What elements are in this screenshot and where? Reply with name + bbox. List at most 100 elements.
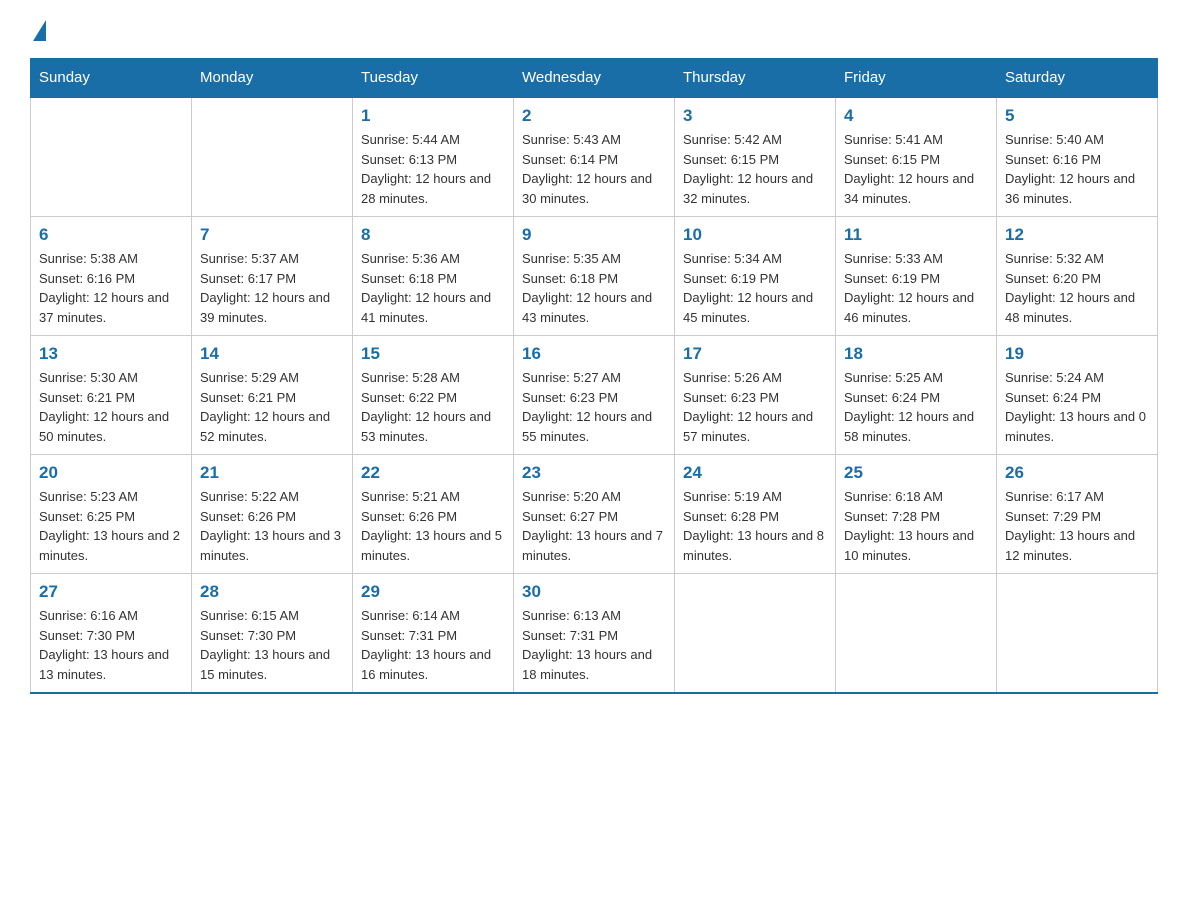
calendar-cell xyxy=(836,574,997,694)
sunset-text: Sunset: 7:30 PM xyxy=(39,626,183,646)
sunset-text: Sunset: 7:31 PM xyxy=(361,626,505,646)
calendar-cell: 12Sunrise: 5:32 AMSunset: 6:20 PMDayligh… xyxy=(997,217,1158,336)
day-number: 4 xyxy=(844,106,988,126)
daylight-text: Daylight: 13 hours and 7 minutes. xyxy=(522,526,666,565)
calendar-cell: 10Sunrise: 5:34 AMSunset: 6:19 PMDayligh… xyxy=(675,217,836,336)
day-info: Sunrise: 6:15 AMSunset: 7:30 PMDaylight:… xyxy=(200,606,344,684)
sunset-text: Sunset: 6:21 PM xyxy=(39,388,183,408)
daylight-text: Daylight: 12 hours and 43 minutes. xyxy=(522,288,666,327)
day-number: 2 xyxy=(522,106,666,126)
sunrise-text: Sunrise: 6:14 AM xyxy=(361,606,505,626)
day-info: Sunrise: 5:33 AMSunset: 6:19 PMDaylight:… xyxy=(844,249,988,327)
calendar-cell: 16Sunrise: 5:27 AMSunset: 6:23 PMDayligh… xyxy=(514,336,675,455)
day-number: 30 xyxy=(522,582,666,602)
day-number: 20 xyxy=(39,463,183,483)
calendar-cell: 29Sunrise: 6:14 AMSunset: 7:31 PMDayligh… xyxy=(353,574,514,694)
day-info: Sunrise: 5:41 AMSunset: 6:15 PMDaylight:… xyxy=(844,130,988,208)
calendar-cell: 2 Sunrise: 5:43 AMSunset: 6:14 PMDaylight… xyxy=(514,97,675,217)
sunset-text: Sunset: 6:28 PM xyxy=(683,507,827,527)
daylight-text: Daylight: 13 hours and 10 minutes. xyxy=(844,526,988,565)
calendar-cell: 4 Sunrise: 5:41 AMSunset: 6:15 PMDaylight… xyxy=(836,97,997,217)
sunset-text: Sunset: 6:27 PM xyxy=(522,507,666,527)
daylight-text: Daylight: 12 hours and 28 minutes. xyxy=(361,169,505,208)
calendar-cell: 7 Sunrise: 5:37 AMSunset: 6:17 PMDaylight… xyxy=(192,217,353,336)
sunrise-text: Sunrise: 5:40 AM xyxy=(1005,130,1149,150)
calendar-cell: 23Sunrise: 5:20 AMSunset: 6:27 PMDayligh… xyxy=(514,455,675,574)
sunset-text: Sunset: 6:15 PM xyxy=(683,150,827,170)
sunset-text: Sunset: 7:29 PM xyxy=(1005,507,1149,527)
day-info: Sunrise: 5:40 AMSunset: 6:16 PMDaylight:… xyxy=(1005,130,1149,208)
calendar-cell: 5 Sunrise: 5:40 AMSunset: 6:16 PMDaylight… xyxy=(997,97,1158,217)
daylight-text: Daylight: 13 hours and 12 minutes. xyxy=(1005,526,1149,565)
daylight-text: Daylight: 13 hours and 18 minutes. xyxy=(522,645,666,684)
day-info: Sunrise: 5:22 AMSunset: 6:26 PMDaylight:… xyxy=(200,487,344,565)
day-info: Sunrise: 6:14 AMSunset: 7:31 PMDaylight:… xyxy=(361,606,505,684)
day-info: Sunrise: 5:28 AMSunset: 6:22 PMDaylight:… xyxy=(361,368,505,446)
daylight-text: Daylight: 12 hours and 37 minutes. xyxy=(39,288,183,327)
sunset-text: Sunset: 6:20 PM xyxy=(1005,269,1149,289)
daylight-text: Daylight: 13 hours and 0 minutes. xyxy=(1005,407,1149,446)
calendar-cell: 8Sunrise: 5:36 AMSunset: 6:18 PMDaylight… xyxy=(353,217,514,336)
day-info: Sunrise: 5:43 AMSunset: 6:14 PMDaylight:… xyxy=(522,130,666,208)
sunset-text: Sunset: 6:22 PM xyxy=(361,388,505,408)
day-number: 9 xyxy=(522,225,666,245)
calendar-week-row: 27Sunrise: 6:16 AMSunset: 7:30 PMDayligh… xyxy=(31,574,1158,694)
sunset-text: Sunset: 6:26 PM xyxy=(361,507,505,527)
daylight-text: Daylight: 13 hours and 5 minutes. xyxy=(361,526,505,565)
calendar-cell: 19 Sunrise: 5:24 AMSunset: 6:24 PMDayligh… xyxy=(997,336,1158,455)
sunset-text: Sunset: 6:24 PM xyxy=(1005,388,1149,408)
daylight-text: Daylight: 12 hours and 45 minutes. xyxy=(683,288,827,327)
sunrise-text: Sunrise: 5:20 AM xyxy=(522,487,666,507)
day-number: 7 xyxy=(200,225,344,245)
daylight-text: Daylight: 12 hours and 55 minutes. xyxy=(522,407,666,446)
sunrise-text: Sunrise: 5:23 AM xyxy=(39,487,183,507)
day-number: 1 xyxy=(361,106,505,126)
daylight-text: Daylight: 12 hours and 30 minutes. xyxy=(522,169,666,208)
day-number: 5 xyxy=(1005,106,1149,126)
sunrise-text: Sunrise: 5:42 AM xyxy=(683,130,827,150)
day-info: Sunrise: 5:25 AMSunset: 6:24 PMDaylight:… xyxy=(844,368,988,446)
sunrise-text: Sunrise: 6:18 AM xyxy=(844,487,988,507)
daylight-text: Daylight: 13 hours and 3 minutes. xyxy=(200,526,344,565)
day-number: 10 xyxy=(683,225,827,245)
sunset-text: Sunset: 6:17 PM xyxy=(200,269,344,289)
calendar-cell: 28Sunrise: 6:15 AMSunset: 7:30 PMDayligh… xyxy=(192,574,353,694)
calendar-cell: 6Sunrise: 5:38 AMSunset: 6:16 PMDaylight… xyxy=(31,217,192,336)
day-number: 12 xyxy=(1005,225,1149,245)
sunset-text: Sunset: 6:19 PM xyxy=(844,269,988,289)
sunrise-text: Sunrise: 6:15 AM xyxy=(200,606,344,626)
day-info: Sunrise: 5:23 AMSunset: 6:25 PMDaylight:… xyxy=(39,487,183,565)
day-number: 16 xyxy=(522,344,666,364)
daylight-text: Daylight: 12 hours and 32 minutes. xyxy=(683,169,827,208)
sunrise-text: Sunrise: 5:43 AM xyxy=(522,130,666,150)
day-info: Sunrise: 6:16 AMSunset: 7:30 PMDaylight:… xyxy=(39,606,183,684)
day-number: 8 xyxy=(361,225,505,245)
day-info: Sunrise: 5:44 AMSunset: 6:13 PMDaylight:… xyxy=(361,130,505,208)
calendar-cell: 20 Sunrise: 5:23 AMSunset: 6:25 PMDayligh… xyxy=(31,455,192,574)
weekday-header-saturday: Saturday xyxy=(997,59,1158,98)
calendar-cell: 21 Sunrise: 5:22 AMSunset: 6:26 PMDayligh… xyxy=(192,455,353,574)
sunrise-text: Sunrise: 6:17 AM xyxy=(1005,487,1149,507)
daylight-text: Daylight: 12 hours and 36 minutes. xyxy=(1005,169,1149,208)
sunrise-text: Sunrise: 5:38 AM xyxy=(39,249,183,269)
sunrise-text: Sunrise: 5:27 AM xyxy=(522,368,666,388)
sunrise-text: Sunrise: 5:21 AM xyxy=(361,487,505,507)
daylight-text: Daylight: 12 hours and 48 minutes. xyxy=(1005,288,1149,327)
day-number: 6 xyxy=(39,225,183,245)
day-number: 19 xyxy=(1005,344,1149,364)
day-number: 3 xyxy=(683,106,827,126)
day-info: Sunrise: 5:29 AMSunset: 6:21 PMDaylight:… xyxy=(200,368,344,446)
day-number: 25 xyxy=(844,463,988,483)
calendar-cell xyxy=(997,574,1158,694)
sunrise-text: Sunrise: 6:16 AM xyxy=(39,606,183,626)
day-number: 21 xyxy=(200,463,344,483)
sunset-text: Sunset: 6:14 PM xyxy=(522,150,666,170)
day-info: Sunrise: 5:24 AMSunset: 6:24 PMDaylight:… xyxy=(1005,368,1149,446)
weekday-header-thursday: Thursday xyxy=(675,59,836,98)
sunrise-text: Sunrise: 5:22 AM xyxy=(200,487,344,507)
day-info: Sunrise: 5:37 AMSunset: 6:17 PMDaylight:… xyxy=(200,249,344,327)
calendar-cell: 17Sunrise: 5:26 AMSunset: 6:23 PMDayligh… xyxy=(675,336,836,455)
daylight-text: Daylight: 12 hours and 46 minutes. xyxy=(844,288,988,327)
daylight-text: Daylight: 13 hours and 13 minutes. xyxy=(39,645,183,684)
sunset-text: Sunset: 6:18 PM xyxy=(361,269,505,289)
